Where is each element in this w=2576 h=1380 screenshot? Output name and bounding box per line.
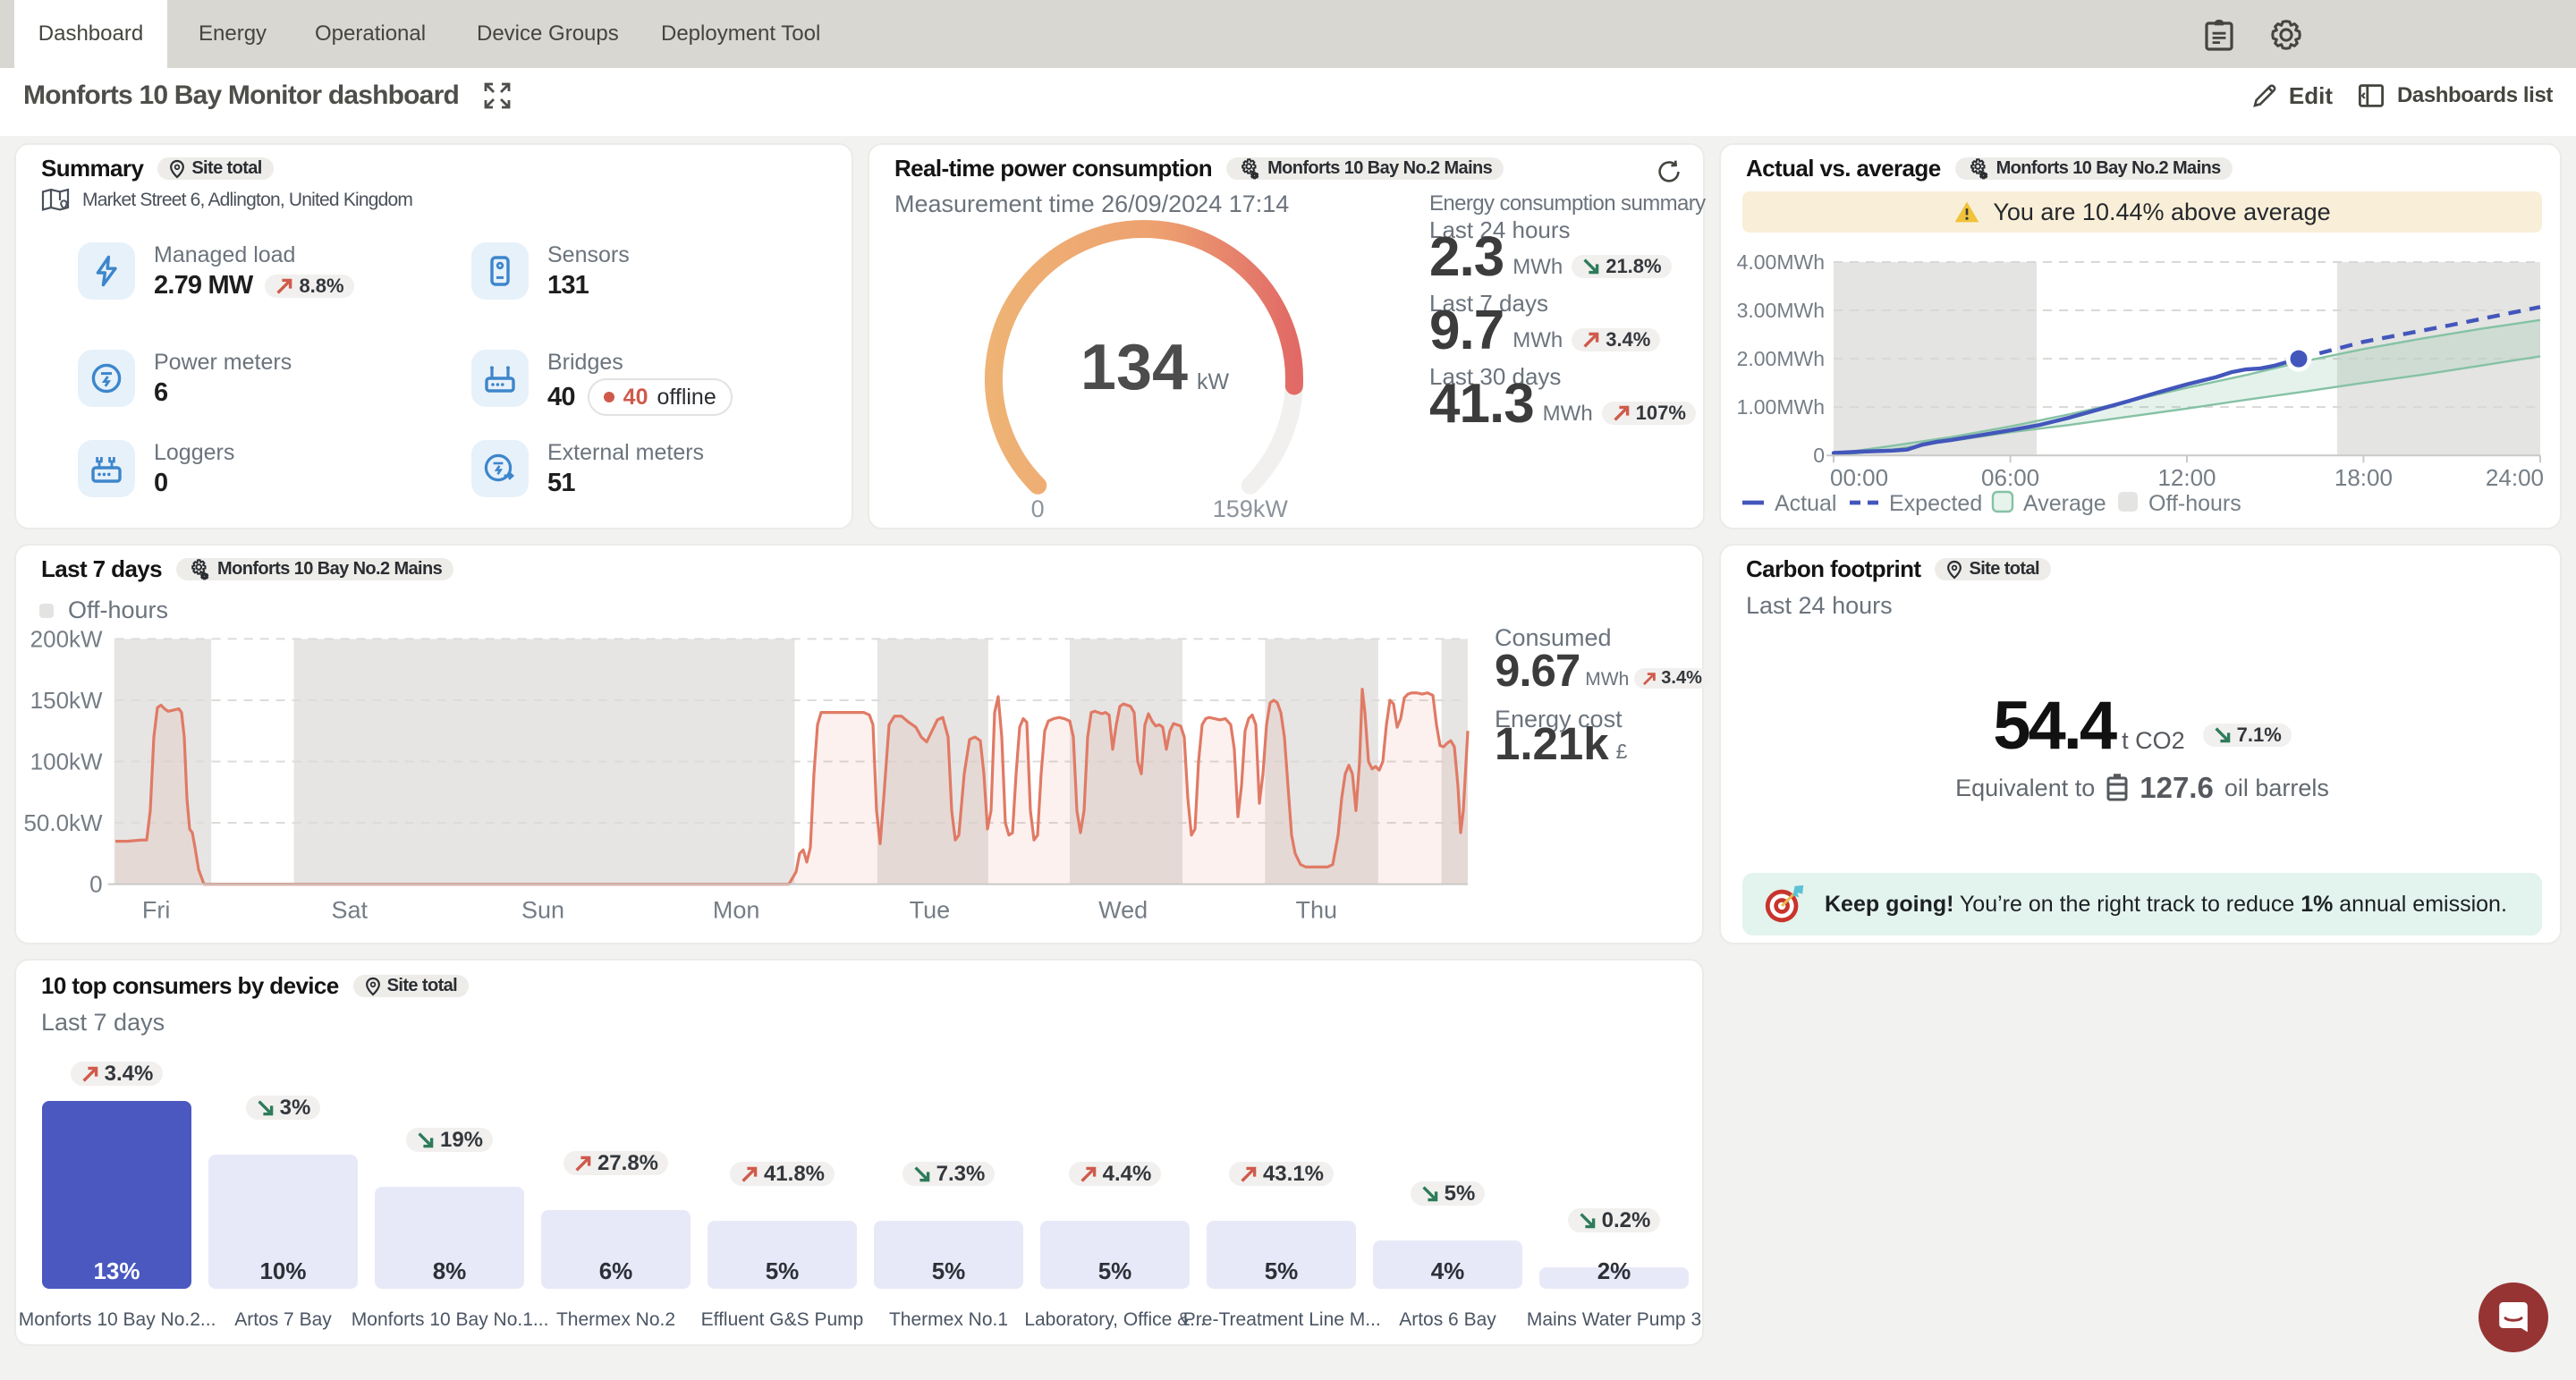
svg-text:159kW: 159kW (1213, 495, 1289, 522)
svg-text:100kW: 100kW (30, 748, 103, 775)
svg-text:1.00MWh: 1.00MWh (1737, 395, 1825, 419)
svg-text:3.00MWh: 3.00MWh (1737, 299, 1825, 322)
svg-text:Mon: Mon (713, 897, 760, 924)
svg-text:Expected: Expected (1889, 491, 1982, 516)
svg-text:Tue: Tue (910, 897, 951, 924)
svg-text:Actual: Actual (1775, 491, 1836, 516)
svg-text:Wed: Wed (1098, 897, 1148, 924)
svg-text:134: 134 (1080, 332, 1188, 403)
svg-text:0: 0 (1813, 444, 1825, 467)
svg-text:Fri: Fri (142, 897, 170, 924)
svg-text:06:00: 06:00 (1981, 464, 2039, 491)
svg-text:Thu: Thu (1296, 897, 1338, 924)
svg-text:0: 0 (89, 871, 102, 898)
svg-text:12:00: 12:00 (2157, 464, 2216, 491)
svg-text:Sat: Sat (332, 897, 369, 924)
svg-text:200kW: 200kW (30, 625, 103, 652)
svg-text:00:00: 00:00 (1830, 464, 1888, 491)
svg-text:150kW: 150kW (30, 687, 103, 714)
svg-text:50.0kW: 50.0kW (23, 809, 103, 836)
svg-text:Sun: Sun (521, 897, 564, 924)
svg-text:4.00MWh: 4.00MWh (1737, 250, 1825, 274)
svg-text:Off-hours: Off-hours (2148, 491, 2241, 516)
svg-text:24:00: 24:00 (2486, 464, 2544, 491)
svg-text:kW: kW (1197, 369, 1230, 394)
svg-text:18:00: 18:00 (2334, 464, 2393, 491)
svg-text:2.00MWh: 2.00MWh (1737, 347, 1825, 370)
svg-text:0: 0 (1031, 495, 1045, 522)
svg-text:Average: Average (2023, 491, 2106, 516)
